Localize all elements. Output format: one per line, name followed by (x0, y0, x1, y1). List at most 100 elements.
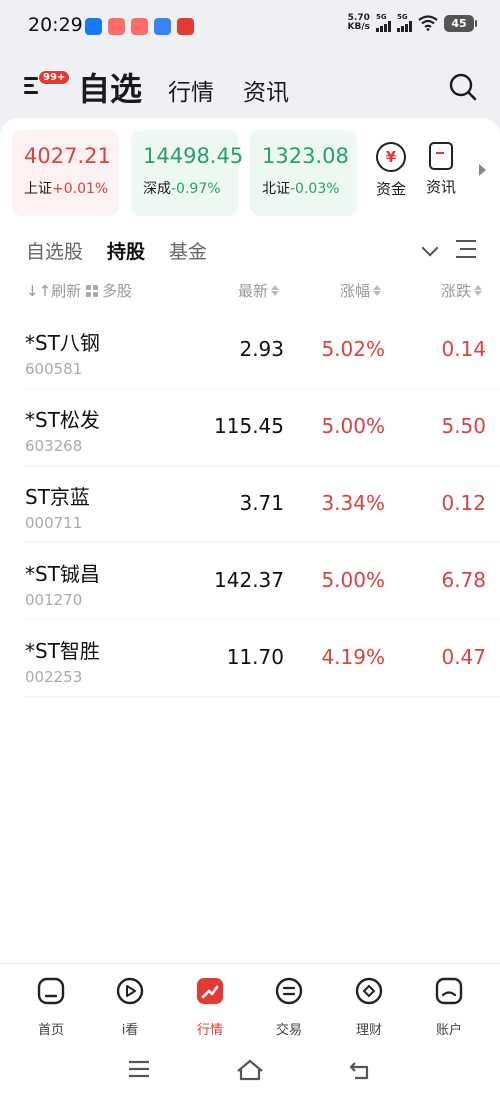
index-value: 14498.45 (143, 144, 244, 168)
subtab-funds[interactable]: 基金 (169, 237, 207, 264)
stock-pct-change: 3.34% (321, 491, 385, 515)
index-value: 4027.21 (24, 144, 111, 168)
home-nav-icon[interactable] (236, 1059, 264, 1081)
stock-row[interactable]: *ST智胜 002253 11.70 4.19% 0.47 (24, 620, 500, 697)
stock-row[interactable]: *ST八钢 600581 2.93 5.02% 0.14 (24, 312, 500, 389)
stock-price-change: 5.50 (441, 414, 486, 438)
nav-label: 理财 (355, 1023, 382, 1038)
nav-watch[interactable]: i看 (100, 976, 160, 1038)
stock-list: *ST八钢 600581 2.93 5.02% 0.14 *ST松发 60326… (24, 312, 500, 697)
exchange-icon (275, 977, 303, 1005)
stock-code: 002253 (25, 668, 83, 686)
wifi-icon (418, 15, 438, 31)
sort-icon (474, 285, 483, 296)
app-header: 99+ 自选 行情 资讯 (0, 60, 500, 110)
multi-stock-button[interactable]: 多股 (86, 280, 132, 301)
index-value: 1323.08 (262, 144, 349, 168)
market-chart-icon (197, 978, 223, 1004)
signal-5g-1: 5G (376, 14, 391, 32)
index-card-shanghai[interactable]: 4027.21 上证+0.01% (12, 130, 119, 216)
nav-home[interactable]: 首页 (21, 976, 81, 1038)
stock-code: 600581 (25, 360, 83, 378)
stock-price-change: 0.14 (441, 337, 486, 361)
back-icon[interactable] (349, 1059, 373, 1081)
app-notification-icon (108, 18, 125, 35)
play-icon (116, 977, 144, 1005)
nav-account[interactable]: 账户 (419, 976, 479, 1038)
chevron-down-icon[interactable] (421, 239, 439, 257)
grid-icon (86, 284, 98, 297)
stock-price: 2.93 (239, 337, 284, 361)
alipay-notification-icon (85, 18, 102, 35)
scroll-right-arrow-icon[interactable] (479, 164, 486, 176)
stock-app-notification-icon (177, 18, 194, 35)
index-name: 上证 (24, 181, 52, 197)
stock-price: 142.37 (214, 568, 284, 592)
system-nav-bar (0, 1041, 500, 1100)
sort-icon (373, 285, 382, 296)
signal-bars-icon (397, 21, 412, 32)
recent-apps-icon[interactable] (128, 1059, 150, 1079)
stock-row[interactable]: *ST松发 603268 115.45 5.00% 5.50 (24, 389, 500, 466)
column-header: ↓↑刷新 多股 最新 涨幅 涨跌 (0, 278, 500, 302)
stock-name: *ST松发 (25, 408, 100, 432)
status-time: 20:29 (28, 14, 83, 36)
nav-label: i看 (121, 1023, 139, 1038)
stock-code: 603268 (25, 437, 83, 455)
search-icon[interactable] (448, 72, 478, 102)
notification-badge: 99+ (38, 70, 71, 85)
sort-pct-change[interactable]: 涨幅 (340, 280, 382, 301)
tab-market[interactable]: 行情 (168, 73, 214, 107)
stock-price: 115.45 (214, 414, 284, 438)
tab-news[interactable]: 资讯 (243, 73, 289, 107)
app-notification-icon (154, 18, 171, 35)
stock-pct-change: 5.00% (321, 414, 385, 438)
list-settings-icon[interactable] (456, 240, 476, 258)
quick-link-label: 资金 (375, 180, 406, 198)
quick-link-funds[interactable]: ¥ 资金 (371, 142, 411, 199)
tab-watchlist[interactable]: 自选 (78, 64, 142, 110)
nav-label: 首页 (37, 1023, 64, 1038)
subtab-holdings[interactable]: 持股 (107, 237, 145, 264)
notification-icons (85, 18, 194, 35)
refresh-button[interactable]: ↓↑刷新 (26, 280, 81, 301)
nav-trade[interactable]: 交易 (259, 976, 319, 1038)
stock-name: *ST铖昌 (25, 562, 100, 586)
sort-price-change[interactable]: 涨跌 (441, 280, 483, 301)
status-bar: 20:29 5.70 KB/s 5G 5G 45 (0, 0, 500, 56)
index-change: -0.97% (171, 181, 221, 197)
network-speed: 5.70 KB/s (347, 13, 370, 32)
stock-row[interactable]: *ST铖昌 001270 142.37 5.00% 6.78 (24, 543, 500, 620)
stock-price: 3.71 (239, 491, 284, 515)
index-change: +0.01% (52, 181, 109, 197)
stock-name: *ST八钢 (25, 331, 100, 355)
stock-name: *ST智胜 (25, 639, 100, 663)
index-card-shenzhen[interactable]: 14498.45 深成-0.97% (131, 130, 244, 216)
quick-link-news[interactable]: 资讯 (421, 142, 461, 197)
nav-wealth[interactable]: 理财 (339, 976, 399, 1038)
index-name: 北证 (262, 181, 290, 197)
battery-indicator: 45 (444, 14, 477, 32)
nav-label: 账户 (435, 1023, 462, 1038)
stock-pct-change: 4.19% (321, 645, 385, 669)
refresh-icon: ↓↑ (26, 282, 52, 300)
nav-label: 行情 (196, 1023, 223, 1038)
home-icon (37, 977, 65, 1005)
subtab-watchlist-stocks[interactable]: 自选股 (26, 237, 83, 264)
sort-latest-price[interactable]: 最新 (238, 280, 280, 301)
account-icon (435, 977, 463, 1005)
index-card-beijing[interactable]: 1323.08 北证-0.03% (250, 130, 357, 216)
app-notification-icon (131, 18, 148, 35)
stock-price-change: 6.78 (441, 568, 486, 592)
nav-label: 交易 (275, 1023, 302, 1038)
signal-5g-2: 5G (397, 14, 412, 32)
wealth-icon (355, 977, 383, 1005)
stock-price-change: 0.12 (441, 491, 486, 515)
stock-row[interactable]: ST京蓝 000711 3.71 3.34% 0.12 (24, 466, 500, 543)
stock-pct-change: 5.02% (321, 337, 385, 361)
main-card: 4027.21 上证+0.01% 14498.45 深成-0.97% 1323.… (0, 118, 500, 958)
nav-market[interactable]: 行情 (180, 976, 240, 1038)
bottom-nav: 首页 i看 行情 交易 理财 账户 (0, 963, 500, 1041)
stock-code: 001270 (25, 591, 83, 609)
signal-bars-icon (376, 21, 391, 32)
